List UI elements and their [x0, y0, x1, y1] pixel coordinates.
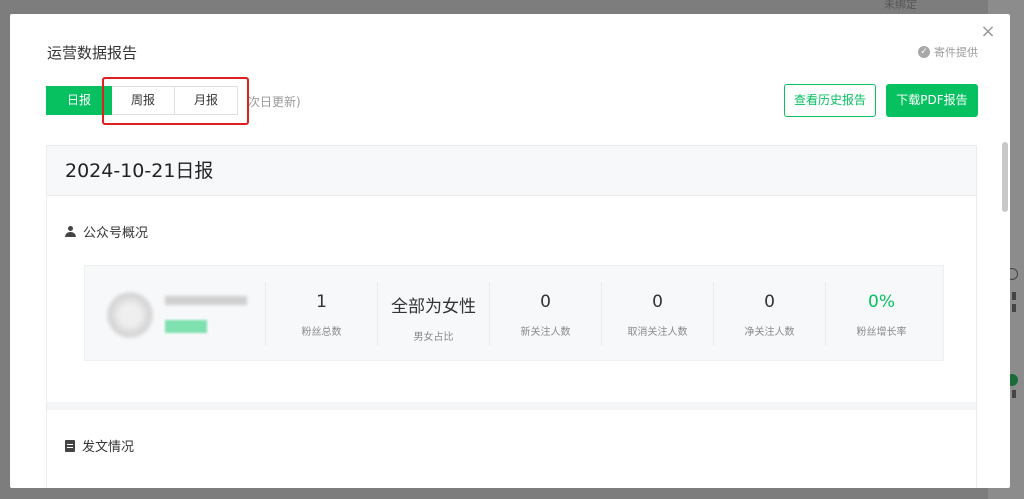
- account-name-blurred: [165, 296, 247, 305]
- close-icon[interactable]: ×: [980, 23, 996, 41]
- stat-value: 0: [540, 292, 551, 312]
- stat-new-follows: 0 新关注人数: [489, 282, 601, 346]
- stat-growth-rate: 0% 粉丝增长率: [825, 282, 937, 346]
- stat-value: 全部为女性: [391, 297, 476, 317]
- stat-gender-ratio: 全部为女性 男女占比: [377, 282, 489, 346]
- articles-section-title: 发文情况: [65, 436, 134, 455]
- download-pdf-button[interactable]: 下载PDF报告: [886, 84, 978, 117]
- highlight-box: [102, 77, 249, 125]
- report-modal: 运营数据报告 × ✓ 寄件提供 日报 周报 月报 次日更新) 查看历史报告 下载…: [10, 14, 1010, 488]
- stat-value: 0: [652, 292, 663, 312]
- stat-unfollows: 0 取消关注人数: [601, 282, 713, 346]
- stat-label: 净关注人数: [744, 327, 795, 338]
- stat-label: 取消关注人数: [627, 327, 688, 338]
- stat-label: 男女占比: [413, 332, 454, 343]
- check-circle-icon: ✓: [918, 46, 930, 58]
- provider-info: ✓ 寄件提供: [918, 44, 978, 60]
- view-history-button[interactable]: 查看历史报告: [784, 84, 876, 117]
- account-tag-blurred: [165, 320, 207, 333]
- overview-stats-card: 1 粉丝总数 全部为女性 男女占比 0 新关注人数 0 取消关注人数 0 净关注…: [84, 265, 944, 361]
- avatar: [107, 292, 153, 338]
- modal-scrollbar[interactable]: [1002, 142, 1008, 212]
- update-note: 次日更新): [248, 95, 301, 109]
- stat-value: 0%: [868, 292, 895, 312]
- stat-label: 粉丝总数: [301, 327, 342, 338]
- stat-total-fans: 1 粉丝总数: [265, 282, 377, 346]
- stat-net-follows: 0 净关注人数: [713, 282, 825, 346]
- modal-title: 运营数据报告: [47, 44, 138, 62]
- provider-label: 寄件提供: [934, 46, 978, 59]
- background-status-text: 未绑定: [884, 0, 917, 11]
- articles-title-label: 发文情况: [82, 440, 135, 455]
- stat-label: 新关注人数: [520, 327, 571, 338]
- document-icon: [65, 439, 75, 452]
- report-panel: 2024-10-21日报 公众号概况 1 粉丝总数 全部为女性 男女占比 0 新…: [46, 145, 977, 488]
- overview-section-title: 公众号概况: [65, 222, 148, 241]
- stat-value: 0: [764, 292, 775, 312]
- person-icon: [65, 226, 76, 237]
- overview-title-label: 公众号概况: [83, 226, 149, 241]
- stat-value: 1: [316, 292, 327, 312]
- report-heading: 2024-10-21日报: [47, 146, 976, 196]
- section-divider: [47, 402, 976, 410]
- stat-label: 粉丝增长率: [856, 327, 907, 338]
